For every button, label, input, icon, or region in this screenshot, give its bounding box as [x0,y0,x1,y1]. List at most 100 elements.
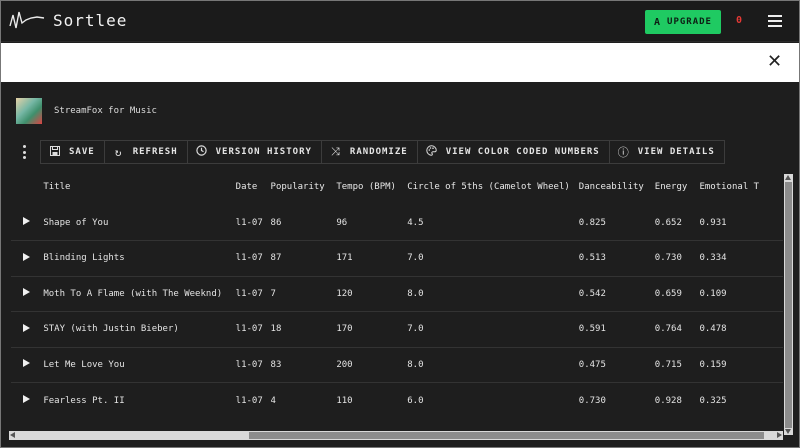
column-header-title[interactable]: Title [43,169,235,205]
play-icon [23,323,30,332]
waveform-logo-icon[interactable] [9,9,45,31]
track-danceability: 0.730 [578,395,606,406]
track-camelot: 7.0 [407,240,579,277]
refresh-label: REFRESH [132,147,178,157]
view-details-label: VIEW DETAILS [637,147,715,157]
table-row[interactable]: Blinding Lights l1-07 87 171 7.0 0.513 0… [11,240,783,277]
track-title: Shape of You [43,205,236,241]
track-tempo: 200 [336,347,408,383]
vertical-scrollbar[interactable] [784,174,793,435]
more-vert-icon[interactable] [21,145,27,159]
play-button[interactable] [11,276,44,312]
track-popularity: 83 [270,347,337,383]
shuffle-icon: ⤨ [331,145,341,158]
play-icon [23,217,30,225]
table-header-row: Title Date Popularity Tempo (BPM) Circle… [11,169,783,205]
table-row[interactable]: Moth To A Flame (with The Weeknd) l1-07 … [11,276,783,312]
app-title: Sortlee [53,11,128,30]
version-history-label: VERSION HISTORY [215,147,312,157]
column-header-date[interactable]: Date [236,169,271,205]
track-energy: 0.659 [654,276,700,312]
track-date: l1-07 [235,240,271,277]
randomize-label: RANDOMIZE [349,147,408,157]
track-energy: 0.928 [654,395,682,406]
track-title: STAY (with Justin Bieber) [43,311,236,348]
column-header-tempo[interactable]: Tempo (BPM) [336,169,407,205]
column-header-popularity[interactable]: Popularity [271,169,337,205]
upgrade-label: UPGRADE [667,17,712,27]
play-icon [23,359,30,368]
play-button[interactable] [11,205,44,241]
table-row[interactable]: Let Me Love You l1-07 83 200 8.0 0.475 0… [11,347,783,383]
track-title: Let Me Love You [43,347,236,383]
top-bar: Sortlee A UPGRADE 0 [1,1,799,42]
view-color-coded-label: VIEW COLOR CODED NUMBERS [445,147,600,157]
scroll-up-arrow-icon[interactable] [785,175,791,180]
track-emotional: 0.109 [699,276,783,312]
upgrade-button[interactable]: A UPGRADE [645,10,721,34]
play-button[interactable] [11,383,43,419]
save-label: SAVE [69,147,95,157]
track-date: l1-07 [235,395,263,406]
track-title: Fearless Pt. II [43,395,125,406]
column-header-camelot[interactable]: Circle of 5ths (Camelot Wheel) [407,169,579,205]
notification-count[interactable]: 0 [736,15,742,26]
track-energy: 0.715 [654,347,700,383]
view-details-button[interactable]: ⓘ VIEW DETAILS [609,140,725,164]
track-emotional: 0.931 [699,205,783,241]
track-tempo: 171 [336,240,408,277]
play-button[interactable] [11,240,44,277]
close-icon[interactable]: ✕ [767,52,782,72]
playlist-name: StreamFox for Music [54,106,157,116]
column-header-danceability[interactable]: Danceability [579,169,655,205]
play-button[interactable] [11,311,44,348]
track-title: Blinding Lights [43,240,236,277]
scroll-left-arrow-icon[interactable] [10,432,15,438]
track-camelot: 6.0 [407,395,424,406]
table-row[interactable]: Fearless Pt. II l1-07 4 110 6.0 0.730 0.… [11,383,783,419]
column-header-energy[interactable]: Energy [655,169,700,205]
table-row[interactable]: STAY (with Justin Bieber) l1-07 18 170 7… [11,311,783,348]
track-date: l1-07 [235,276,271,312]
track-danceability: 0.825 [578,205,655,241]
vertical-scroll-thumb[interactable] [785,182,792,428]
version-history-button[interactable]: VERSION HISTORY [187,140,322,164]
clock-icon [196,145,208,159]
track-energy: 0.652 [654,205,700,241]
track-camelot: 4.5 [407,205,579,241]
toolbar: SAVE ↻ REFRESH VERSION HISTORY ⤨ RANDOMI… [40,140,725,164]
track-emotional: 0.334 [699,240,783,277]
save-icon [49,145,61,159]
track-date: l1-07 [235,205,271,241]
hamburger-menu-icon[interactable] [768,15,782,27]
track-popularity: 7 [270,276,337,312]
track-tempo: 170 [336,311,408,348]
refresh-icon: ↻ [114,145,123,159]
play-icon [23,395,30,403]
track-danceability: 0.475 [578,347,655,383]
track-popularity: 87 [270,240,337,277]
randomize-button[interactable]: ⤨ RANDOMIZE [321,140,418,164]
table-row[interactable]: Shape of You l1-07 86 96 4.5 0.825 0.652… [11,205,783,241]
scroll-right-arrow-icon[interactable] [777,432,782,438]
track-emotional: 0.325 [699,395,727,406]
track-popularity: 18 [270,311,337,348]
track-energy: 0.730 [654,240,700,277]
play-button[interactable] [11,347,44,383]
scroll-down-arrow-icon[interactable] [785,429,791,434]
upgrade-a-icon: A [654,16,662,28]
track-tempo: 96 [336,205,408,241]
refresh-button[interactable]: ↻ REFRESH [104,140,188,164]
track-tempo: 120 [336,276,408,312]
horizontal-scrollbar[interactable] [9,431,783,440]
view-color-coded-button[interactable]: VIEW COLOR CODED NUMBERS [417,140,610,164]
palette-icon [426,145,438,159]
horizontal-scroll-thumb[interactable] [249,432,764,439]
track-date: l1-07 [235,347,271,383]
notice-bar: ✕ [1,43,799,82]
column-header-emotional[interactable]: Emotional T [699,169,783,205]
tracks-table: Title Date Popularity Tempo (BPM) Circle… [11,169,783,431]
track-danceability: 0.591 [578,311,655,348]
track-emotional: 0.478 [699,311,783,348]
save-button[interactable]: SAVE [40,140,105,164]
